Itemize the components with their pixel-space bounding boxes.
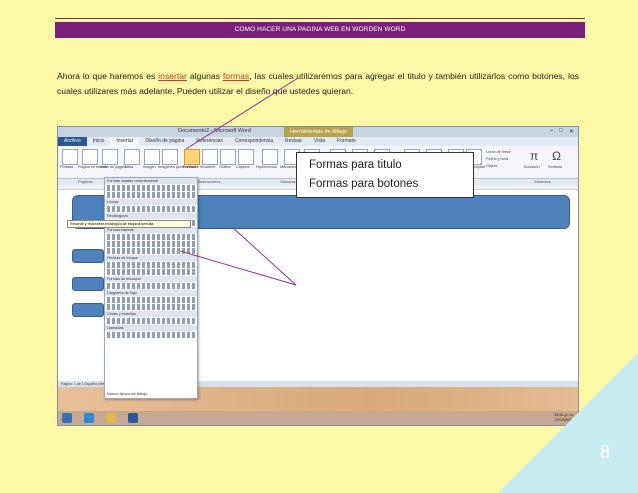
captura-button[interactable] bbox=[238, 149, 254, 165]
button-shape-1[interactable] bbox=[72, 249, 104, 263]
ribbon-tabs: Archivo Inicio Insertar Diseño de página… bbox=[58, 137, 578, 146]
hipervinculo-label: Hipervínculo bbox=[256, 165, 278, 169]
salto-pagina-label: Salto de página bbox=[100, 165, 127, 169]
group-paginas: Páginas bbox=[78, 179, 93, 184]
group-ilustraciones: Ilustraciones bbox=[198, 179, 221, 184]
shape-row[interactable] bbox=[107, 206, 195, 212]
tab-referencias[interactable]: Referencias bbox=[190, 137, 229, 146]
marcador-label: Marcador bbox=[280, 165, 297, 169]
internet-explorer-icon[interactable] bbox=[84, 413, 94, 423]
shape-row[interactable] bbox=[107, 332, 195, 338]
tab-archivo[interactable]: Archivo bbox=[58, 137, 87, 146]
intro-paragraph: Ahora lo que haremos es insertar algunas… bbox=[57, 69, 579, 99]
section-flechas: Flechas de bloque bbox=[105, 255, 197, 261]
word-titlebar: Documento2 - Microsoft Word Herramientas… bbox=[58, 127, 578, 137]
formas-link[interactable]: formas bbox=[223, 71, 249, 81]
page-number: 8 bbox=[599, 442, 610, 462]
shape-row[interactable] bbox=[107, 283, 195, 289]
callout-line-title: Formas para titulo bbox=[309, 159, 402, 171]
section-recent: Formas usadas recientemente bbox=[105, 178, 197, 184]
group-vinculos: Vínculos bbox=[280, 179, 296, 184]
tab-inicio[interactable]: Inicio bbox=[87, 137, 111, 146]
group-simbolos: Símbolos bbox=[534, 179, 551, 184]
context-tab-label: Herramientas de dibujo bbox=[284, 127, 353, 137]
section-diagrama-flujo: Diagrama de flujo bbox=[105, 290, 197, 296]
button-shape-3[interactable] bbox=[72, 303, 104, 317]
section-cintas: Cintas y estrellas bbox=[105, 311, 197, 317]
shape-row[interactable] bbox=[107, 269, 195, 275]
windows-start-icon[interactable] bbox=[62, 413, 72, 423]
fecha-hora-label[interactable]: Fecha y hora bbox=[486, 157, 508, 161]
portada-button[interactable] bbox=[62, 149, 78, 165]
section-ecuacion: Formas de ecuación bbox=[105, 276, 197, 282]
section-llamadas: Llamadas bbox=[105, 325, 197, 331]
section-lineas: Líneas bbox=[105, 199, 197, 205]
objeto-label[interactable]: Objeto bbox=[486, 164, 497, 168]
corner-decoration bbox=[498, 353, 638, 493]
shape-row[interactable] bbox=[107, 248, 195, 254]
shape-row[interactable] bbox=[107, 262, 195, 268]
portada-label: Portada bbox=[60, 165, 74, 169]
tab-diseno-pagina[interactable]: Diseño de página bbox=[139, 137, 190, 146]
smartart-button[interactable] bbox=[202, 149, 218, 165]
shapes-dropdown[interactable]: Formas usadas recientemente Líneas Rectá… bbox=[67, 177, 198, 399]
tab-vista[interactable]: Vista bbox=[308, 137, 331, 146]
window-title: Documento2 - Microsoft Word bbox=[178, 128, 251, 134]
linea-firma-label[interactable]: Línea de firma bbox=[486, 150, 510, 154]
omega-icon[interactable]: Ω bbox=[552, 149, 561, 163]
annotation-box: Formas para titulo Formas para botones bbox=[296, 152, 474, 198]
banner-title: COMO HACER UNA PAGINA WEB EN WORDEN WORD bbox=[55, 22, 585, 38]
window-controls: – □ ✕ bbox=[550, 128, 574, 135]
paragraph-text-2: algunas bbox=[186, 71, 223, 81]
tabla-label: Tabla bbox=[124, 165, 134, 169]
grafico-button[interactable] bbox=[220, 149, 236, 165]
simbolo-label: Símbolo bbox=[548, 165, 562, 169]
grafico-label: Gráfico bbox=[219, 165, 232, 169]
ecuacion-label: Ecuación bbox=[524, 165, 540, 169]
banner-top-line bbox=[55, 18, 585, 19]
shape-row[interactable] bbox=[107, 185, 195, 191]
imagen-label: Imagen bbox=[143, 165, 156, 169]
hipervinculo-button[interactable] bbox=[262, 149, 278, 165]
formas-label: Formas bbox=[183, 165, 196, 169]
shape-row[interactable] bbox=[107, 297, 195, 303]
insertar-link[interactable]: insertar bbox=[158, 71, 187, 81]
captura-label: Captura bbox=[236, 165, 250, 169]
minimize-icon[interactable]: – bbox=[550, 128, 553, 135]
pagina-blanco-button[interactable] bbox=[82, 149, 98, 165]
tab-revisar[interactable]: Revisar bbox=[279, 137, 308, 146]
pi-icon[interactable]: π bbox=[530, 149, 538, 163]
callout-line-buttons: Formas para botones bbox=[309, 178, 419, 190]
word-icon[interactable] bbox=[128, 413, 138, 423]
shape-row[interactable] bbox=[107, 192, 195, 198]
maximize-icon[interactable]: □ bbox=[559, 128, 563, 135]
folder-icon[interactable] bbox=[106, 413, 116, 423]
imagen-button[interactable] bbox=[144, 149, 160, 165]
shape-row[interactable] bbox=[107, 318, 195, 324]
shape-row[interactable] bbox=[107, 304, 195, 310]
button-shape-2[interactable] bbox=[72, 277, 104, 291]
shape-row[interactable] bbox=[107, 241, 195, 247]
smartart-label: SmartArt bbox=[200, 165, 215, 169]
shape-tooltip: Recortar y redondear rectángulo de esqui… bbox=[67, 220, 191, 228]
tab-correspondencia[interactable]: Correspondencia bbox=[229, 137, 279, 146]
tab-formato[interactable]: Formato bbox=[331, 137, 362, 146]
section-rectangulos: Rectángulos bbox=[105, 213, 197, 219]
slide-page: COMO HACER UNA PAGINA WEB EN WORDEN WORD… bbox=[0, 0, 638, 493]
shape-row[interactable] bbox=[107, 234, 195, 240]
salto-pagina-button[interactable] bbox=[102, 149, 118, 165]
nuevo-lienzo-item[interactable]: Nuevo lienzo de dibujo bbox=[107, 391, 147, 396]
close-icon[interactable]: ✕ bbox=[569, 128, 574, 135]
imagenes-prediseñadas-button[interactable] bbox=[162, 149, 178, 165]
formas-button[interactable] bbox=[184, 149, 200, 165]
tabla-button[interactable] bbox=[124, 149, 140, 165]
paragraph-text-1: Ahora lo que haremos es bbox=[57, 71, 159, 81]
tab-insertar[interactable]: Insertar bbox=[110, 137, 140, 146]
